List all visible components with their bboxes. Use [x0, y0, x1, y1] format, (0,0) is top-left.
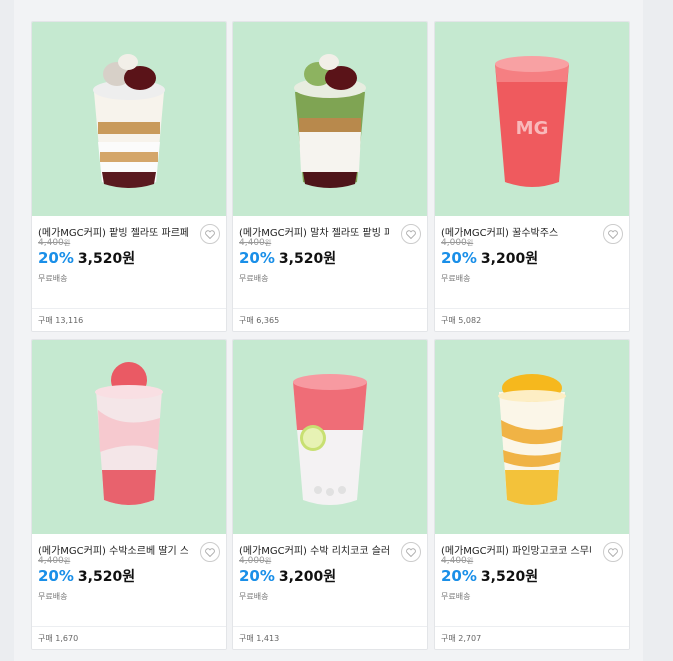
product-card[interactable]: (메가MGC커피) 수박 리치코코 슬러시 4,000원 20% 3,200원 … [232, 339, 428, 650]
product-image[interactable] [32, 22, 226, 216]
product-card[interactable]: MG (메가MGC커피) 꿀수박주스 4,000원 20% 3,200원 무료배… [434, 21, 630, 332]
heart-icon [406, 547, 416, 557]
page-frame-left [0, 0, 14, 661]
shipping-label: 무료배송 [441, 274, 471, 283]
original-price: 4,400원 [38, 238, 71, 248]
product-card[interactable]: (메가MGC커피) 파인망고코코 스무디 4,400원 20% 3,520원 무… [434, 339, 630, 650]
wishlist-button[interactable] [603, 224, 623, 244]
product-image[interactable] [233, 22, 427, 216]
product-title[interactable]: (메가MGC커피) 수박소르베 딸기 스무디 [38, 542, 188, 557]
heart-icon [608, 229, 618, 239]
discount-rate: 20% [441, 249, 477, 267]
product-title[interactable]: (메가MGC커피) 수박 리치코코 슬러시 [239, 542, 389, 557]
sale-price: 3,520원 [278, 251, 337, 267]
discount-rate: 20% [239, 567, 275, 585]
original-price: 4,400원 [441, 556, 474, 566]
price-row: 20% 3,200원 [239, 566, 336, 586]
product-image[interactable]: MG [435, 22, 629, 216]
product-title[interactable]: (메가MGC커피) 말차 젤라또 팥빙 파르페 [239, 224, 389, 239]
product-image[interactable] [435, 340, 629, 534]
price-row: 20% 3,520원 [38, 566, 135, 586]
original-price: 4,000원 [239, 556, 272, 566]
product-title[interactable]: (메가MGC커피) 팥빙 젤라또 파르페 [38, 224, 188, 239]
price-row: 20% 3,520원 [441, 566, 538, 586]
price-row: 20% 3,520원 [38, 248, 135, 268]
shipping-label: 무료배송 [239, 274, 269, 283]
heart-icon [205, 547, 215, 557]
sale-price: 3,200원 [278, 569, 337, 585]
sales-count: 구매 1,413 [239, 634, 280, 643]
original-price: 4,400원 [38, 556, 71, 566]
product-image[interactable] [32, 340, 226, 534]
sales-count: 구매 2,707 [441, 634, 482, 643]
product-card[interactable]: (메가MGC커피) 팥빙 젤라또 파르페 4,400원 20% 3,520원 무… [31, 21, 227, 332]
sale-price: 3,520원 [480, 569, 539, 585]
product-card[interactable]: (메가MGC커피) 수박소르베 딸기 스무디 4,400원 20% 3,520원… [31, 339, 227, 650]
price-row: 20% 3,520원 [239, 248, 336, 268]
shipping-label: 무료배송 [38, 592, 68, 601]
heart-icon [608, 547, 618, 557]
wishlist-button[interactable] [401, 542, 421, 562]
sale-price: 3,200원 [480, 251, 539, 267]
heart-icon [406, 229, 416, 239]
sales-count: 구매 5,082 [441, 316, 482, 325]
sale-price: 3,520원 [77, 569, 136, 585]
wishlist-button[interactable] [200, 224, 220, 244]
wishlist-button[interactable] [401, 224, 421, 244]
sales-count: 구매 1,670 [38, 634, 79, 643]
original-price: 4,000원 [441, 238, 474, 248]
product-title[interactable]: (메가MGC커피) 파인망고코코 스무디 [441, 542, 591, 557]
shipping-label: 무료배송 [38, 274, 68, 283]
shipping-label: 무료배송 [441, 592, 471, 601]
sales-count: 구매 13,116 [38, 316, 84, 325]
wishlist-button[interactable] [603, 542, 623, 562]
product-image[interactable] [233, 340, 427, 534]
shipping-label: 무료배송 [239, 592, 269, 601]
discount-rate: 20% [38, 567, 74, 585]
price-row: 20% 3,200원 [441, 248, 538, 268]
sales-count: 구매 6,365 [239, 316, 280, 325]
product-card[interactable]: (메가MGC커피) 말차 젤라또 팥빙 파르페 4,400원 20% 3,520… [232, 21, 428, 332]
svg-text:MG: MG [516, 118, 549, 139]
original-price: 4,400원 [239, 238, 272, 248]
page-frame-right [643, 0, 673, 661]
wishlist-button[interactable] [200, 542, 220, 562]
product-title[interactable]: (메가MGC커피) 꿀수박주스 [441, 224, 591, 239]
discount-rate: 20% [441, 567, 477, 585]
heart-icon [205, 229, 215, 239]
sale-price: 3,520원 [77, 251, 136, 267]
discount-rate: 20% [239, 249, 275, 267]
discount-rate: 20% [38, 249, 74, 267]
